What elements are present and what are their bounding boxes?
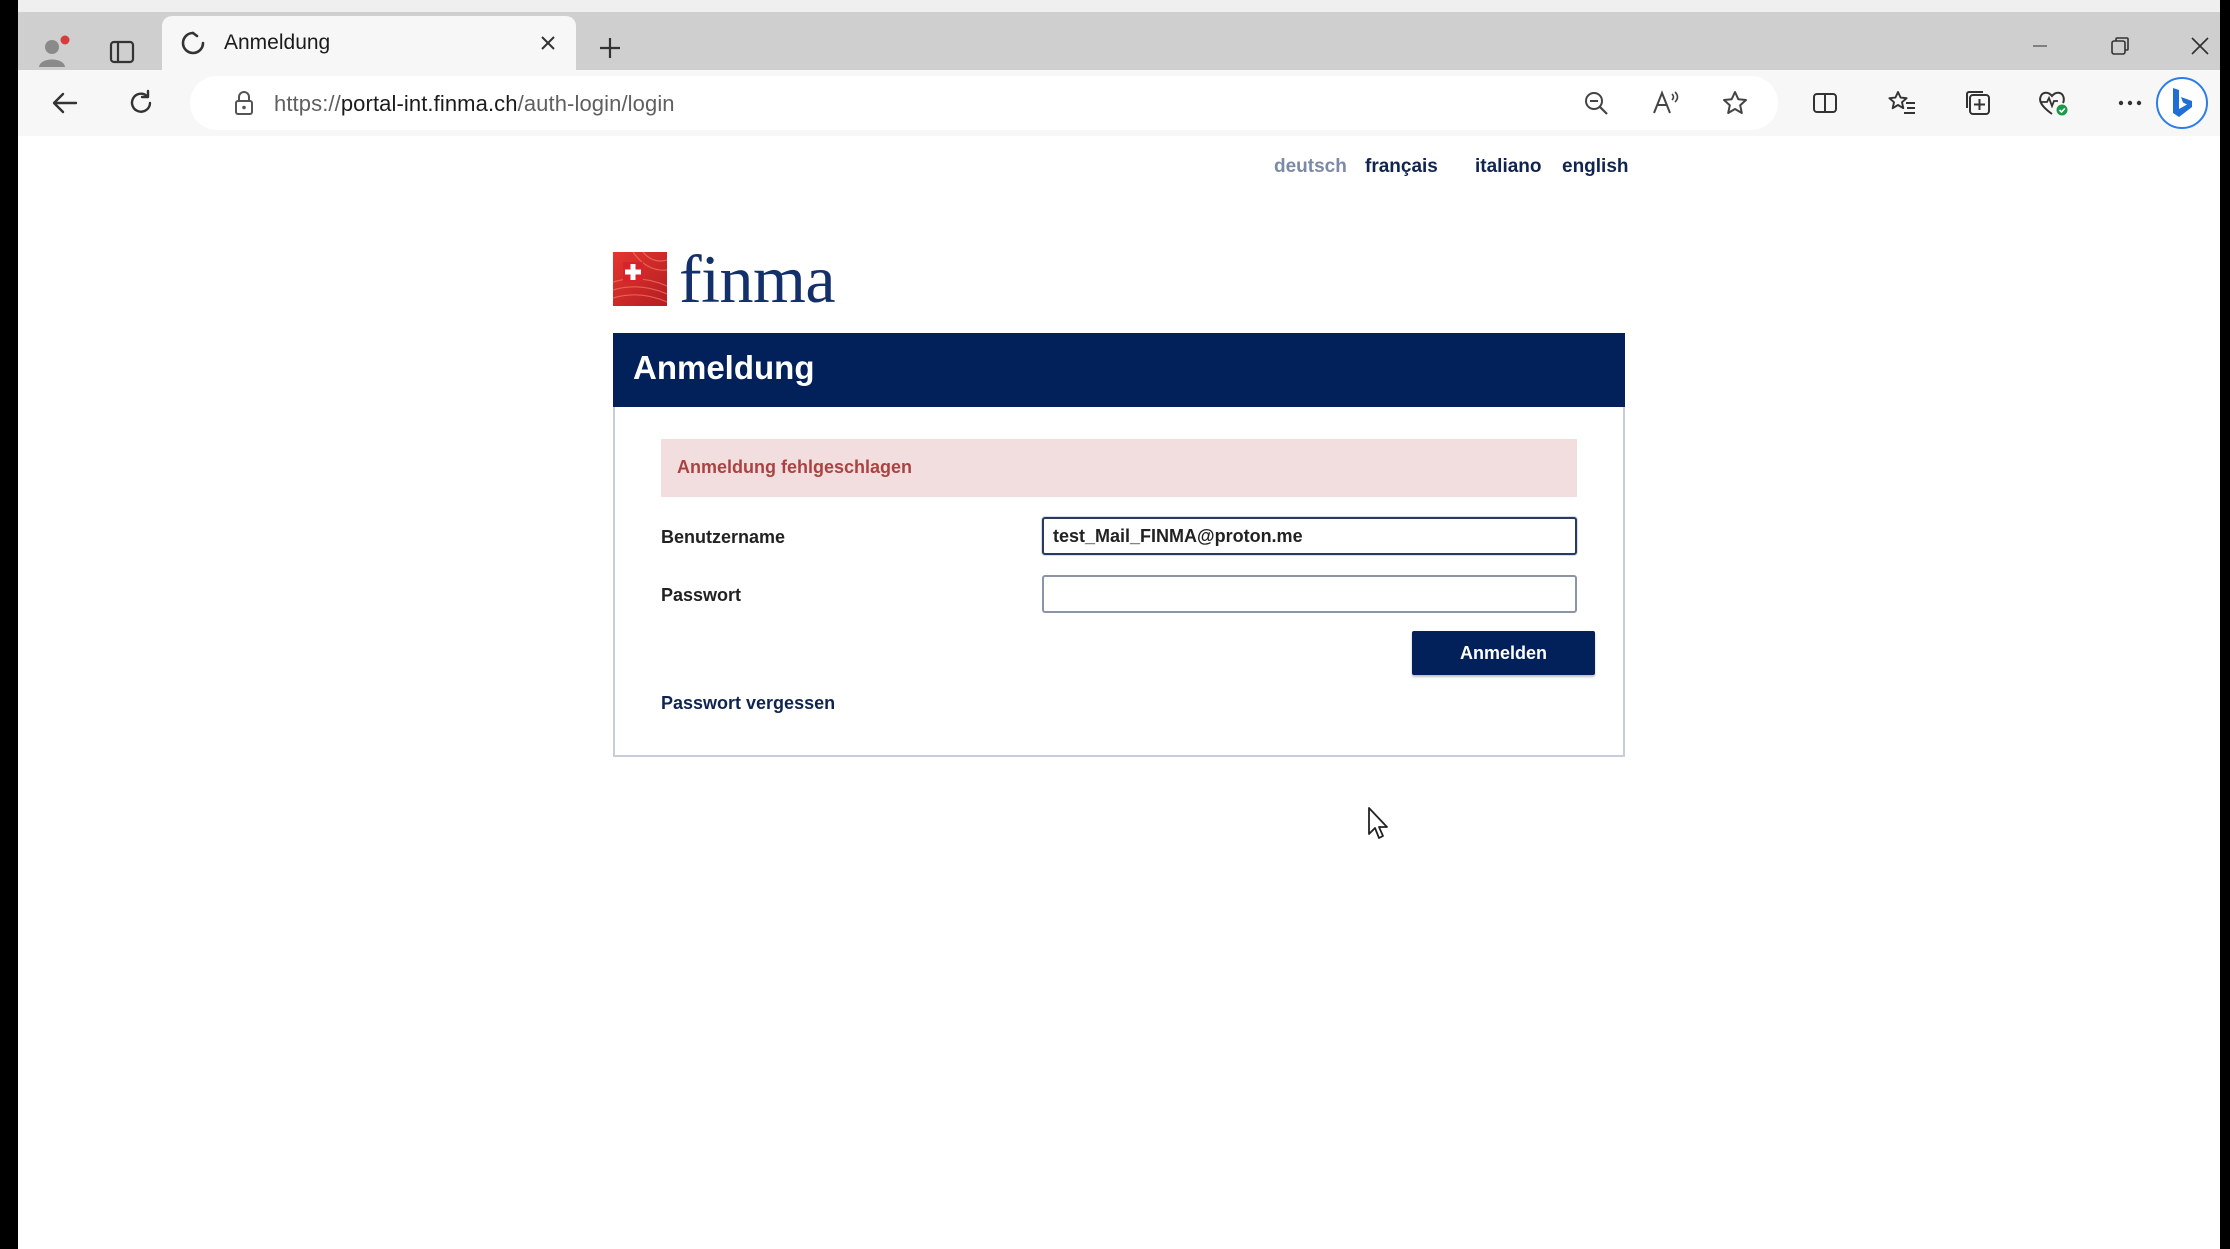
split-screen-icon — [1813, 93, 1837, 113]
bing-chat-button[interactable] — [2156, 77, 2208, 129]
close-window-button[interactable] — [2170, 26, 2220, 66]
zoom-out-button[interactable] — [1579, 86, 1613, 120]
profile-button[interactable] — [32, 30, 76, 74]
heart-pulse-icon — [2039, 91, 2068, 116]
split-screen-button[interactable] — [1802, 80, 1848, 126]
lock-icon[interactable] — [230, 89, 258, 117]
url-scheme: https:// — [274, 91, 341, 116]
star-icon — [1723, 91, 1747, 114]
username-label: Benutzername — [661, 527, 786, 547]
collections-button[interactable] — [1955, 80, 2001, 126]
read-aloud-button[interactable] — [1649, 86, 1683, 120]
minimize-button[interactable] — [2010, 26, 2070, 66]
url-host: portal-int.finma.ch — [340, 91, 518, 116]
arrow-left-icon — [52, 92, 78, 114]
browser-window: Anmeldung https://portal-int.finma.ch/au… — [18, 0, 2220, 1249]
browser-toolbar: https://portal-int.finma.ch/auth-login/l… — [18, 70, 2220, 136]
login-card: Anmeldung Anmeldung fehlgeschlagen Benut… — [613, 333, 1625, 757]
close-icon — [2191, 37, 2209, 55]
new-tab-button[interactable] — [590, 28, 630, 68]
favorites-button[interactable] — [1879, 80, 1925, 126]
restore-icon — [2111, 37, 2129, 55]
password-label: Passwort — [661, 585, 742, 605]
restore-button[interactable] — [2090, 26, 2150, 66]
tab-anmeldung[interactable]: Anmeldung — [162, 16, 576, 70]
tab-actions-button[interactable] — [100, 30, 144, 74]
tab-title: Anmeldung — [224, 31, 331, 54]
lang-link-deutsch[interactable]: deutsch — [1274, 156, 1347, 178]
close-icon — [541, 36, 555, 50]
minimize-icon — [2033, 45, 2047, 47]
mouse-cursor-icon — [1368, 807, 1388, 839]
logo-wordmark: finma — [679, 241, 836, 317]
page-content: deutsch français italiano english finma — [18, 136, 2220, 1249]
lang-link-italiano[interactable]: italiano — [1475, 156, 1542, 178]
more-options-button[interactable] — [2107, 80, 2153, 126]
swiss-cross-logo-icon — [613, 252, 667, 306]
finma-logo: finma — [613, 241, 873, 317]
tab-actions-icon — [109, 40, 135, 64]
loading-spinner-icon — [181, 31, 205, 55]
collections-icon — [1966, 91, 1990, 115]
zoom-out-icon — [1585, 92, 1608, 115]
more-horizontal-icon — [2118, 100, 2142, 106]
refresh-button[interactable] — [118, 80, 164, 126]
url-text[interactable]: https://portal-int.finma.ch/auth-login/l… — [274, 91, 675, 117]
card-header: Anmeldung — [613, 333, 1625, 407]
favorites-icon — [1888, 91, 1915, 114]
error-alert: Anmeldung fehlgeschlagen — [661, 439, 1577, 497]
back-button[interactable] — [42, 80, 88, 126]
profile-icon — [39, 35, 70, 67]
read-aloud-icon — [1653, 90, 1679, 114]
error-message: Anmeldung fehlgeschlagen — [677, 457, 913, 477]
lang-link-francais[interactable]: français — [1365, 156, 1438, 178]
forgot-password-link[interactable]: Passwort vergessen — [661, 693, 835, 714]
plus-icon — [600, 38, 620, 58]
bing-icon — [2173, 88, 2192, 117]
browser-essentials-button[interactable] — [2030, 80, 2076, 126]
favorite-button[interactable] — [1718, 86, 1752, 120]
login-button[interactable]: Anmelden — [1412, 631, 1595, 675]
username-input[interactable] — [1042, 517, 1577, 555]
url-path: /auth-login/login — [517, 91, 675, 116]
tab-strip: Anmeldung — [18, 0, 2220, 70]
address-bar[interactable]: https://portal-int.finma.ch/auth-login/l… — [190, 76, 1778, 130]
page-title: Anmeldung — [633, 349, 815, 386]
tab-close-button[interactable] — [534, 29, 562, 57]
lang-link-english[interactable]: english — [1562, 156, 1629, 178]
password-input[interactable] — [1042, 575, 1577, 613]
refresh-icon — [130, 89, 152, 113]
